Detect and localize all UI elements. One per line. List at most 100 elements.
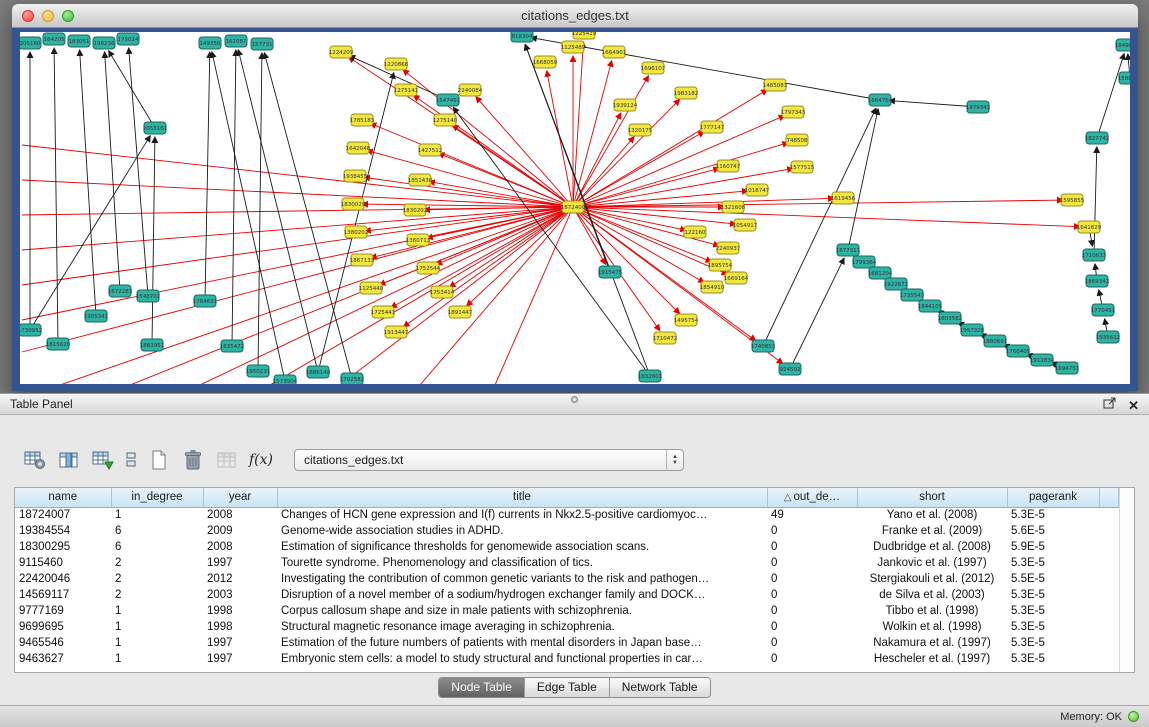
citation-edge-black[interactable] — [105, 52, 120, 291]
network-node[interactable]: 1427512 — [418, 144, 443, 156]
minimize-window-button[interactable] — [42, 10, 54, 22]
cell-out_de[interactable]: 0 — [767, 587, 857, 603]
cell-name[interactable]: 18300295 — [15, 539, 111, 555]
cell-out_de[interactable]: 0 — [767, 523, 857, 539]
cell-short[interactable]: Hescheler et al. (1997) — [857, 651, 1007, 667]
citation-edge-black[interactable] — [1094, 147, 1097, 255]
column-header-short[interactable]: short — [857, 488, 1007, 507]
network-node[interactable]: 1851438 — [408, 174, 433, 186]
network-node[interactable]: 1320175 — [628, 124, 653, 136]
network-node[interactable]: 818304 — [511, 32, 533, 42]
network-node[interactable]: 164205 — [43, 33, 65, 45]
network-node[interactable]: 1913447 — [384, 326, 409, 338]
table-selector-dropdown[interactable]: citations_edges.txt ▲▼ — [294, 449, 684, 471]
network-node[interactable]: 1832601 — [638, 370, 663, 382]
network-node[interactable]: 1905341 — [84, 310, 109, 322]
network-node[interactable]: 1830202 — [403, 204, 428, 216]
network-node[interactable]: 1869342 — [1085, 275, 1110, 287]
cell-out_de[interactable]: 0 — [767, 539, 857, 555]
network-node[interactable]: 1669164 — [724, 272, 749, 284]
network-node[interactable]: 1827742 — [1085, 132, 1110, 144]
network-node[interactable]: 1770451 — [1091, 304, 1116, 316]
cell-year[interactable]: 2012 — [203, 571, 277, 587]
citation-edge-red[interactable] — [340, 207, 573, 384]
network-node[interactable]: 1752544 — [416, 262, 441, 274]
network-node[interactable]: 1321608 — [721, 201, 746, 213]
cell-pagerank[interactable]: 5.3E-5 — [1007, 651, 1099, 667]
citation-edge-black[interactable] — [129, 48, 148, 296]
column-header-in_degree[interactable]: in_degree — [111, 488, 203, 507]
table-row[interactable]: 946554611997Estimation of the future num… — [15, 635, 1119, 651]
network-node[interactable]: 1672283 — [108, 285, 133, 297]
cell-title[interactable]: Investigating the contribution of common… — [277, 571, 767, 587]
citation-edge-red[interactable] — [391, 207, 573, 308]
network-node[interactable]: 157731 — [251, 38, 273, 50]
cell-in_degree[interactable]: 1 — [111, 603, 203, 619]
cell-title[interactable]: Changes of HCN gene expression and I(f) … — [277, 507, 767, 523]
network-node[interactable]: 1380202 — [344, 226, 369, 238]
cell-short[interactable]: Wolkin et al. (1998) — [857, 619, 1007, 635]
network-node[interactable]: 149350 — [199, 37, 221, 49]
network-node[interactable]: 1603582 — [938, 312, 963, 324]
network-node[interactable]: 2053161 — [143, 122, 168, 134]
column-header-name[interactable]: name — [15, 488, 111, 507]
citation-edge-black[interactable] — [205, 52, 210, 301]
network-node[interactable]: 2240937 — [716, 242, 741, 254]
table-row[interactable]: 946362711997Embryonic stem cells: a mode… — [15, 651, 1119, 667]
network-node[interactable]: 1957328 — [960, 324, 985, 336]
network-node[interactable]: 1710633 — [1082, 249, 1107, 261]
citation-edge-black[interactable] — [232, 50, 236, 346]
zoom-window-button[interactable] — [62, 10, 74, 22]
network-node[interactable]: 1730952 — [20, 324, 42, 336]
window-titlebar[interactable]: citations_edges.txt — [12, 4, 1138, 28]
cell-year[interactable]: 1997 — [203, 555, 277, 571]
network-node[interactable]: 1588231 — [1118, 72, 1130, 84]
network-node[interactable]: 1710472 — [653, 332, 678, 344]
network-node[interactable]: 1785183 — [350, 114, 375, 126]
network-node[interactable]: 1849061 — [1115, 39, 1130, 51]
cell-out_de[interactable]: 0 — [767, 555, 857, 571]
network-node[interactable]: 1275141 — [394, 84, 419, 96]
cell-short[interactable]: Yano et al. (2008) — [857, 507, 1007, 523]
cell-name[interactable]: 19384554 — [15, 523, 111, 539]
table-row[interactable]: 1872400712008Changes of HCN gene express… — [15, 507, 1119, 523]
network-node[interactable]: 1548702 — [136, 290, 161, 302]
network-node[interactable]: 1735543 — [900, 289, 925, 301]
citation-edge-red[interactable] — [547, 71, 573, 207]
table-settings-button[interactable] — [22, 447, 48, 473]
network-canvas[interactable]: 1872400 1125489 1664901 1696107 1983182 … — [20, 32, 1130, 384]
network-node[interactable]: 1595855 — [1060, 194, 1085, 206]
citation-edge-black[interactable] — [1097, 54, 1124, 138]
network-node[interactable]: 1922672 — [884, 278, 909, 290]
citation-edge-red[interactable] — [573, 198, 834, 207]
citation-edge-black[interactable] — [848, 109, 878, 250]
cell-pagerank[interactable]: 5.5E-5 — [1007, 571, 1099, 587]
citation-edge-black[interactable] — [264, 53, 352, 379]
table-scrollbar[interactable] — [1119, 488, 1134, 672]
cell-title[interactable]: Genome-wide association studies in ADHD. — [277, 523, 767, 539]
network-node[interactable]: 1950231 — [246, 365, 271, 377]
cell-short[interactable]: Nakamura et al. (1997) — [857, 635, 1007, 651]
cell-in_degree[interactable]: 2 — [111, 587, 203, 603]
cell-short[interactable]: de Silva et al. (2003) — [857, 587, 1007, 603]
network-node[interactable]: 162087 — [225, 35, 247, 47]
citation-edge-black[interactable] — [212, 52, 285, 381]
citation-edge-red[interactable] — [573, 90, 767, 207]
citation-edge-black[interactable] — [109, 51, 155, 128]
network-node[interactable]: 1766405 — [1006, 345, 1031, 357]
network-node[interactable]: 1635472 — [220, 340, 245, 352]
table-row[interactable]: 977716911998Corpus callosum shape and si… — [15, 603, 1119, 619]
close-window-button[interactable] — [22, 10, 34, 22]
cell-year[interactable]: 2008 — [203, 507, 277, 523]
network-node[interactable]: 1880691 — [983, 335, 1008, 347]
network-node[interactable]: 1844105 — [918, 300, 943, 312]
citation-edge-black[interactable] — [763, 108, 876, 346]
column-chooser-button[interactable] — [56, 447, 82, 473]
network-node[interactable]: 183051 — [68, 35, 90, 47]
citation-edge-red[interactable] — [573, 200, 1063, 207]
cell-year[interactable]: 2003 — [203, 587, 277, 603]
network-node[interactable]: 1863951 — [140, 339, 165, 351]
network-node[interactable]: 1854910 — [700, 281, 725, 293]
network-node[interactable]: 122160 — [684, 226, 706, 238]
table-row[interactable]: 1456911722003Disruption of a novel membe… — [15, 587, 1119, 603]
